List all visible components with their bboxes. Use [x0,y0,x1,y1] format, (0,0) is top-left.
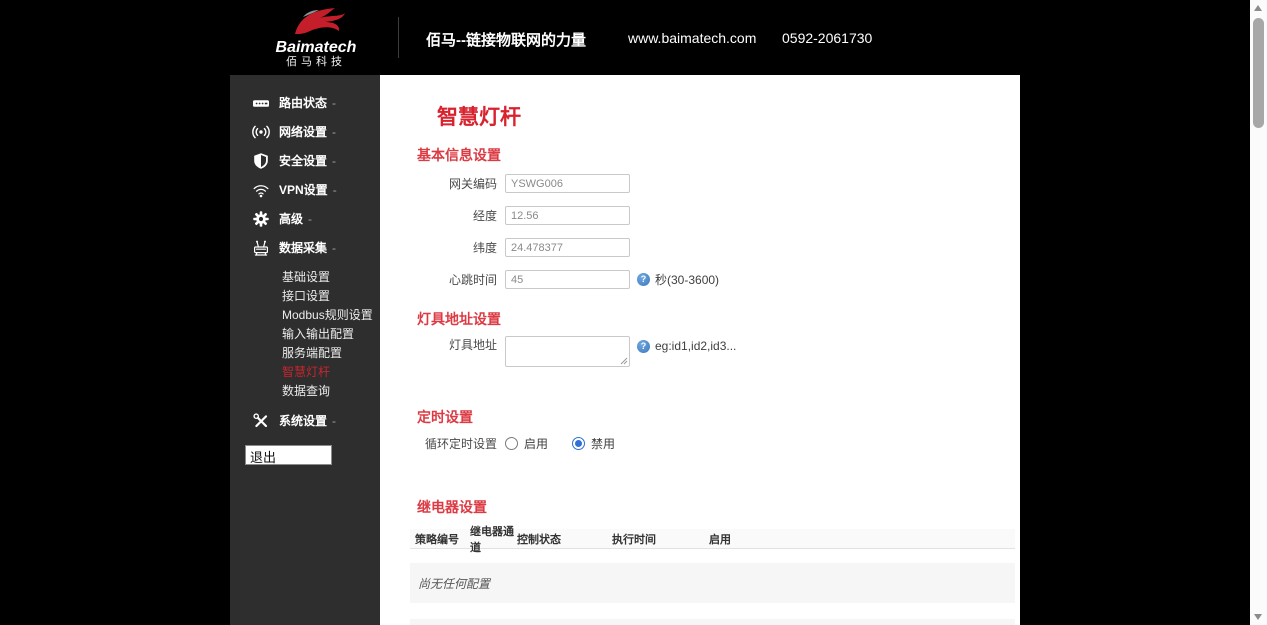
sidebar-item-label: 系统设置 [279,414,328,428]
page-title: 智慧灯杆 [437,106,521,129]
sidebar-item-data-collection[interactable]: 数据采集 - [230,233,380,262]
sidebar-item-label: 高级 [279,212,304,226]
longitude-row: 经度 [380,206,1020,225]
longitude-label: 经度 [472,209,497,223]
scrollbar-thumb[interactable] [1253,18,1264,128]
gear-icon [251,210,271,228]
column-header-enable: 启用 [709,533,731,546]
chevron-down-icon: - [332,413,337,428]
timer-section-title: 定时设置 [417,409,473,425]
brand-name: Baimatech [275,39,357,56]
sidebar-item-advanced[interactable]: 高级 - [230,204,380,233]
main-content: 智慧灯杆 基本信息设置 网关编码 经度 纬度 [380,75,1020,625]
lamp-address-label: 灯具地址 [448,338,497,352]
enable-radio[interactable] [505,437,518,450]
sidebar-item-router-status[interactable]: 路由状态 - [230,88,380,117]
data-collect-icon [251,239,271,257]
shield-icon [251,152,271,170]
cycle-timer-row: 循环定时设置 启用 禁用 [380,435,1020,452]
lamp-address-section-title: 灯具地址设置 [417,311,501,327]
submenu-item-basic-settings[interactable]: 基础设置 [282,268,380,287]
heartbeat-hint: 秒(30-3600) [655,273,720,287]
sidebar-item-system-settings[interactable]: 系统设置 - [230,406,380,435]
latitude-input[interactable] [505,238,630,257]
page-root: Baimatech 佰马科技 佰马--链接物联网的力量 www.baimatec… [0,0,1267,625]
disable-radio-label[interactable]: 禁用 [591,435,615,452]
horse-logo-icon [295,8,345,34]
brand-logo[interactable]: Baimatech 佰马科技 [255,5,377,69]
cycle-timer-label: 循环定时设置 [424,437,497,451]
submenu-item-interface-settings[interactable]: 接口设置 [282,287,380,306]
logout-button[interactable]: 退出 [245,445,332,465]
brand-name-cn: 佰马科技 [286,56,346,68]
sidebar-item-security-settings[interactable]: 安全设置 - [230,146,380,175]
gateway-code-input[interactable] [505,174,630,193]
relay-table: 策略编号 继电器通道 控制状态 执行时间 启用 尚无任何配置 新增继电器通道: [410,526,1015,625]
longitude-input[interactable] [505,206,630,225]
sidebar-item-label: 安全设置 [279,154,328,168]
chevron-down-icon: - [332,153,337,168]
submenu-item-io-config[interactable]: 输入输出配置 [282,325,380,344]
help-icon[interactable]: ? [637,339,650,353]
lamp-address-row: 灯具地址 ? eg:id1,id2,id3... [380,336,1020,367]
header: Baimatech 佰马科技 佰马--链接物联网的力量 www.baimatec… [230,0,1020,75]
heartbeat-hint-wrap: ? 秒(30-3600) [637,271,719,288]
heartbeat-row: 心跳时间 ? 秒(30-3600) [380,270,1020,289]
network-icon [251,123,271,141]
submenu-item-data-query[interactable]: 数据查询 [282,382,380,401]
sidebar-item-label: VPN设置 [279,183,328,197]
sidebar-item-label: 路由状态 [279,96,328,110]
basic-info-section-title: 基本信息设置 [417,147,501,163]
header-website: www.baimatech.com [628,30,757,46]
submenu-item-modbus-rules[interactable]: Modbus规则设置 [282,306,380,325]
chevron-down-icon: - [308,211,313,226]
help-icon[interactable]: ? [637,273,650,286]
header-phone: 0592-2061730 [782,30,873,46]
page-container: Baimatech 佰马科技 佰马--链接物联网的力量 www.baimatec… [230,0,1020,625]
basic-info-form: 网关编码 经度 纬度 心跳时间 ? [380,174,1020,289]
column-header-policy-number: 策略编号 [415,533,459,546]
relay-table-header: 策略编号 继电器通道 控制状态 执行时间 启用 [410,526,1015,554]
scroll-up-arrow-icon[interactable] [1254,5,1262,11]
column-header-exec-time: 执行时间 [612,533,656,546]
submenu-item-smart-light-pole[interactable]: 智慧灯杆 [282,363,380,382]
lamp-address-textarea-wrap [505,336,630,367]
enable-radio-label[interactable]: 启用 [524,435,548,452]
gateway-code-row: 网关编码 [380,174,1020,193]
scroll-down-arrow-icon[interactable] [1254,614,1262,620]
router-icon [251,94,271,112]
latitude-label: 纬度 [472,241,497,255]
sidebar: 路由状态 - 网络设置 - 安全设置 - VPN设置 - 高级 - 数据采集 -… [230,75,380,625]
column-header-relay-channel: 继电器通道 [470,525,514,554]
lamp-address-hint: eg:id1,id2,id3... [655,339,737,353]
tools-icon [251,412,271,430]
header-divider [398,17,399,58]
chevron-down-icon: - [332,124,337,139]
sidebar-item-label: 网络设置 [279,125,328,139]
gateway-code-label: 网关编码 [448,177,497,191]
latitude-row: 纬度 [380,238,1020,257]
chevron-down-icon: - [332,240,337,255]
vertical-scrollbar[interactable] [1250,0,1267,625]
data-collection-submenu: 基础设置 接口设置 Modbus规则设置 输入输出配置 服务端配置 智慧灯杆 数… [230,262,380,403]
chevron-down-icon: - [332,182,337,197]
content-row: 路由状态 - 网络设置 - 安全设置 - VPN设置 - 高级 - 数据采集 -… [230,75,1020,625]
lamp-address-hint-wrap: ? eg:id1,id2,id3... [637,339,736,353]
relay-table-empty-row: 尚无任何配置 [410,563,1015,603]
disable-radio[interactable] [572,437,586,450]
heartbeat-label: 心跳时间 [448,273,497,287]
header-slogan: 佰马--链接物联网的力量 [426,32,586,49]
chevron-down-icon: - [332,95,337,110]
column-header-control-state: 控制状态 [517,533,561,546]
sidebar-item-label: 数据采集 [279,241,328,255]
lamp-address-textarea[interactable] [505,336,630,367]
submenu-item-server-config[interactable]: 服务端配置 [282,344,380,363]
add-relay-channel-row: 新增继电器通道: [410,619,1015,625]
relay-section-title: 继电器设置 [417,499,487,515]
sidebar-item-network-settings[interactable]: 网络设置 - [230,117,380,146]
heartbeat-input[interactable] [505,270,630,289]
sidebar-item-vpn-settings[interactable]: VPN设置 - [230,175,380,204]
vpn-signal-icon [251,181,271,199]
